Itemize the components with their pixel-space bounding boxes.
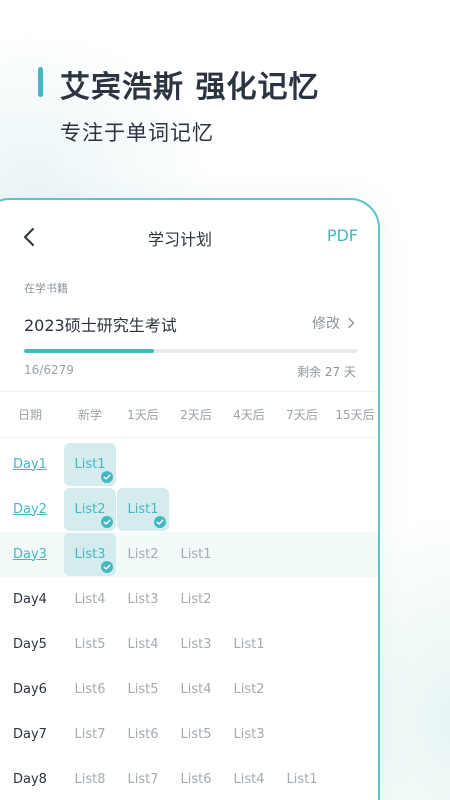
- list-label: List8: [74, 771, 106, 787]
- list-label: List1: [233, 636, 265, 652]
- column-header: 15天后: [335, 407, 375, 422]
- list-label: List3: [74, 547, 106, 562]
- list-label: List6: [74, 681, 106, 697]
- list-label: List3: [127, 591, 159, 607]
- page-title: 学习计划: [147, 230, 212, 249]
- column-header: 1天后: [127, 407, 159, 422]
- list-label: List5: [127, 681, 159, 697]
- list-label: List4: [180, 681, 212, 697]
- completed-list-chip[interactable]: List1: [117, 488, 169, 531]
- completed-list-chip[interactable]: List1: [64, 443, 116, 486]
- edit-book-button[interactable]: 修改: [312, 313, 356, 333]
- day-label[interactable]: Day3: [4, 532, 56, 576]
- list-label: List4: [74, 591, 106, 607]
- list-label: List3: [233, 726, 265, 742]
- schedule-row: Day2 List2 List1: [0, 487, 378, 532]
- schedule-row: Day6 List6 List5 List4 List2: [0, 667, 378, 712]
- book-name: 2023硕士研究生考试: [24, 316, 177, 335]
- day-label[interactable]: Day2: [4, 487, 56, 531]
- list-label: List6: [127, 726, 159, 742]
- schedule-row: Day5 List5 List4 List3 List1: [0, 622, 378, 667]
- check-circle-icon: [101, 516, 113, 528]
- column-header: 2天后: [180, 407, 212, 422]
- day-label: Day6: [13, 681, 47, 697]
- list-label: List2: [233, 681, 265, 697]
- list-label: List5: [74, 636, 106, 652]
- completed-list-chip[interactable]: List2: [64, 488, 116, 531]
- list-label: List2: [180, 591, 212, 607]
- list-label: List1: [127, 502, 159, 517]
- day-label: Day8: [13, 771, 47, 787]
- check-circle-icon: [154, 516, 166, 528]
- schedule-header-row: 日期 新学 1天后 2天后 4天后 7天后 15天后: [0, 392, 378, 436]
- column-header: 7天后: [286, 407, 318, 422]
- progress-bar: [24, 349, 358, 353]
- header-divider: [0, 437, 378, 438]
- day-label[interactable]: Day1: [4, 442, 56, 486]
- schedule-row: Day3 List3 List2 List1: [0, 532, 378, 577]
- check-circle-icon: [101, 471, 113, 483]
- hero-accent-bar: [38, 67, 43, 97]
- list-label: List6: [180, 771, 212, 787]
- hero-subtitle: 专注于单词记忆: [60, 121, 214, 145]
- list-label: List1: [180, 546, 212, 562]
- pdf-button[interactable]: PDF: [327, 226, 358, 245]
- column-header: 新学: [77, 407, 102, 422]
- progress-count: 16/6279: [24, 363, 74, 377]
- check-circle-icon: [101, 561, 113, 573]
- schedule-row: Day8 List8 List7 List6 List4 List1: [0, 757, 378, 800]
- list-label: List4: [233, 771, 265, 787]
- nav-bar: 学习计划 PDF: [0, 200, 378, 274]
- list-label: List7: [74, 726, 106, 742]
- list-label: List3: [180, 636, 212, 652]
- hero-title: 艾宾浩斯 强化记忆: [60, 70, 320, 105]
- list-label: List1: [286, 771, 318, 787]
- book-section-label: 在学书籍: [24, 282, 68, 295]
- progress-bar-fill: [24, 349, 155, 353]
- list-label: List2: [127, 546, 159, 562]
- edit-book-label: 修改: [312, 316, 340, 332]
- column-header: 日期: [17, 407, 42, 422]
- days-remaining: 剩余 27 天: [297, 365, 356, 379]
- phone-frame: 学习计划 PDF 在学书籍 2023硕士研究生考试 修改 16/6279 剩余 …: [0, 198, 380, 800]
- day-label: Day7: [13, 726, 47, 742]
- day-label: Day5: [13, 636, 47, 652]
- day-label: Day4: [13, 591, 47, 607]
- column-header: 4天后: [233, 407, 265, 422]
- list-label: List2: [74, 502, 106, 517]
- list-label: List7: [127, 771, 159, 787]
- schedule-row: Day4 List4 List3 List2: [0, 577, 378, 622]
- schedule-row: Day7 List7 List6 List5 List3: [0, 712, 378, 757]
- chevron-right-icon: [348, 317, 355, 329]
- list-label: List4: [127, 636, 159, 652]
- completed-list-chip[interactable]: List3: [64, 533, 116, 576]
- list-label: List5: [180, 726, 212, 742]
- list-label: List1: [74, 457, 106, 472]
- schedule-row: Day1 List1: [0, 442, 378, 487]
